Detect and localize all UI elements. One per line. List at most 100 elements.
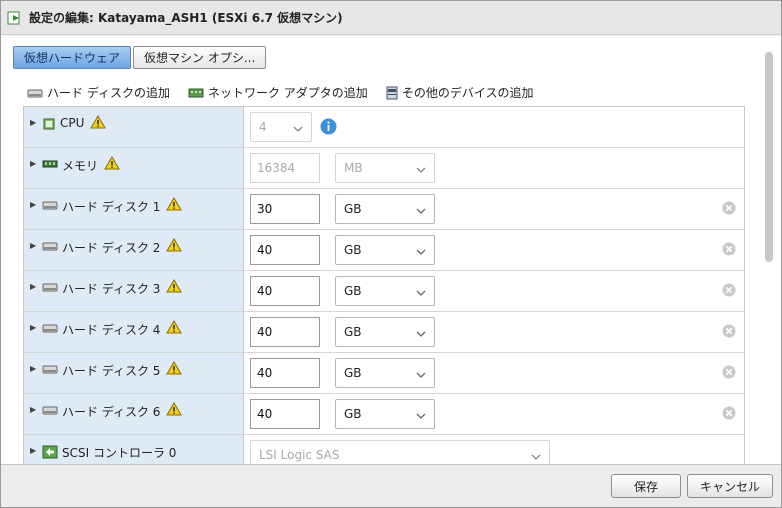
hard-disk-6-unit-select[interactable]: GB xyxy=(335,399,435,429)
hard-disk-icon xyxy=(42,404,58,416)
hard-disk-1-size-input[interactable]: 30 xyxy=(250,194,320,224)
hard-disk-5-value-cell: 40 GB xyxy=(244,353,744,393)
scsi-type-select[interactable]: LSI Logic SAS xyxy=(250,440,550,464)
network-adapter-icon xyxy=(188,87,204,99)
hard-disk-6-label: ハード ディスク 6 xyxy=(62,405,161,419)
hard-disk-3-unit-select[interactable]: GB xyxy=(335,276,435,306)
scsi-controller-label-cell: ▶ SCSI コントローラ 0 xyxy=(24,435,244,464)
hard-disk-icon xyxy=(42,199,58,211)
hard-disk-4-size-input[interactable]: 40 xyxy=(250,317,320,347)
scsi-type-value: LSI Logic SAS xyxy=(259,448,340,462)
hard-disk-2-value-cell: 40 GB xyxy=(244,230,744,270)
hard-disk-6-value-cell: 40 GB xyxy=(244,394,744,434)
cpu-label: CPU xyxy=(60,116,85,130)
hard-disk-icon xyxy=(42,281,58,293)
other-device-icon xyxy=(386,86,398,100)
hard-disk-5-unit-select[interactable]: GB xyxy=(335,358,435,388)
hard-disk-2-label: ハード ディスク 2 xyxy=(62,241,161,255)
dialog-title: 設定の編集: Katayama_ASH1 (ESXi 6.7 仮想マシン) xyxy=(29,11,343,25)
hard-disk-4-unit-select[interactable]: GB xyxy=(335,317,435,347)
hard-disk-5-label: ハード ディスク 5 xyxy=(62,364,161,378)
hard-disk-icon xyxy=(27,87,43,99)
tab-virtual-hardware[interactable]: 仮想ハードウェア xyxy=(13,46,132,69)
dialog-content: 仮想ハードウェア 仮想マシン オプシ... ハード ディスクの追加 ネットワーク… xyxy=(1,36,781,464)
hard-disk-2-row: ▶ ハード ディスク 2 40 GB xyxy=(24,230,744,271)
expand-arrow-icon[interactable]: ▶ xyxy=(30,405,40,414)
hard-disk-1-label-cell: ▶ ハード ディスク 1 xyxy=(24,189,244,229)
remove-device-icon[interactable] xyxy=(722,283,736,300)
expand-arrow-icon[interactable]: ▶ xyxy=(30,241,40,250)
tab-vm-options[interactable]: 仮想マシン オプシ... xyxy=(133,46,267,69)
chevron-down-icon xyxy=(416,163,426,177)
warning-icon xyxy=(90,115,107,129)
chevron-down-icon xyxy=(416,204,426,218)
chevron-down-icon xyxy=(416,409,426,423)
warning-icon xyxy=(166,238,183,252)
expand-arrow-icon[interactable]: ▶ xyxy=(30,364,40,373)
add-hard-disk-button[interactable]: ハード ディスクの追加 xyxy=(27,84,170,101)
edit-vm-icon xyxy=(7,10,23,26)
remove-device-icon[interactable] xyxy=(722,406,736,423)
cpu-count-select[interactable]: 4 xyxy=(250,112,312,142)
chevron-down-icon xyxy=(531,450,541,464)
cpu-row: ▶ CPU 4 xyxy=(24,107,744,148)
warning-icon xyxy=(104,156,120,170)
expand-arrow-icon[interactable]: ▶ xyxy=(30,282,40,291)
expand-arrow-icon[interactable]: ▶ xyxy=(30,446,40,455)
hard-disk-5-label-cell: ▶ ハード ディスク 5 xyxy=(24,353,244,393)
hard-disk-5-unit-value: GB xyxy=(344,366,362,380)
warning-icon xyxy=(166,320,183,334)
info-icon[interactable] xyxy=(320,118,337,138)
hard-disk-3-size-input[interactable]: 40 xyxy=(250,276,320,306)
chevron-down-icon xyxy=(416,286,426,300)
hard-disk-1-unit-value: GB xyxy=(344,202,362,216)
hard-disk-1-label: ハード ディスク 1 xyxy=(62,200,161,214)
scsi-controller-icon xyxy=(42,445,58,459)
cpu-icon xyxy=(42,117,56,131)
hard-disk-4-unit-value: GB xyxy=(344,325,362,339)
hard-disk-5-size-input[interactable]: 40 xyxy=(250,358,320,388)
hard-disk-6-row: ▶ ハード ディスク 6 40 GB xyxy=(24,394,744,435)
memory-unit-value: MB xyxy=(344,161,363,175)
add-other-device-button[interactable]: その他のデバイスの追加 xyxy=(386,84,534,101)
hard-disk-4-label: ハード ディスク 4 xyxy=(62,323,161,337)
hard-disk-2-size-input[interactable]: 40 xyxy=(250,235,320,265)
remove-device-icon[interactable] xyxy=(722,242,736,259)
expand-arrow-icon[interactable]: ▶ xyxy=(30,200,40,209)
hard-disk-5-row: ▶ ハード ディスク 5 40 GB xyxy=(24,353,744,394)
memory-label: メモリ xyxy=(62,159,99,173)
add-other-device-label: その他のデバイスの追加 xyxy=(401,86,534,100)
edit-settings-dialog: 設定の編集: Katayama_ASH1 (ESXi 6.7 仮想マシン) 仮想… xyxy=(0,0,782,508)
title-bar: 設定の編集: Katayama_ASH1 (ESXi 6.7 仮想マシン) xyxy=(1,1,781,35)
memory-icon xyxy=(42,158,58,170)
remove-device-icon[interactable] xyxy=(722,365,736,382)
hard-disk-3-label: ハード ディスク 3 xyxy=(62,282,161,296)
dialog-footer: 保存 キャンセル xyxy=(1,464,781,507)
hard-disk-6-unit-value: GB xyxy=(344,407,362,421)
warning-icon xyxy=(166,402,183,416)
cancel-button[interactable]: キャンセル xyxy=(687,474,773,498)
expand-arrow-icon[interactable]: ▶ xyxy=(30,323,40,332)
remove-device-icon[interactable] xyxy=(722,201,736,218)
hard-disk-3-label-cell: ▶ ハード ディスク 3 xyxy=(24,271,244,311)
chevron-down-icon xyxy=(293,122,303,136)
memory-size-input[interactable]: 16384 xyxy=(250,153,320,183)
warning-icon xyxy=(166,197,183,211)
remove-device-icon[interactable] xyxy=(722,324,736,341)
hard-disk-6-size-input[interactable]: 40 xyxy=(250,399,320,429)
hard-disk-1-unit-select[interactable]: GB xyxy=(335,194,435,224)
expand-arrow-icon[interactable]: ▶ xyxy=(30,118,40,127)
cpu-count-value: 4 xyxy=(259,120,267,134)
warning-icon xyxy=(166,361,183,375)
hard-disk-icon xyxy=(42,322,58,334)
save-button[interactable]: 保存 xyxy=(611,474,681,498)
add-network-adapter-button[interactable]: ネットワーク アダプタの追加 xyxy=(188,84,368,101)
memory-label-cell: ▶ メモリ xyxy=(24,148,244,188)
add-hard-disk-label: ハード ディスクの追加 xyxy=(47,86,170,100)
hard-disk-2-unit-select[interactable]: GB xyxy=(335,235,435,265)
expand-arrow-icon[interactable]: ▶ xyxy=(30,159,40,168)
vertical-scrollbar[interactable] xyxy=(765,52,773,262)
memory-unit-select[interactable]: MB xyxy=(335,153,435,183)
hard-disk-6-label-cell: ▶ ハード ディスク 6 xyxy=(24,394,244,434)
hard-disk-3-value-cell: 40 GB xyxy=(244,271,744,311)
